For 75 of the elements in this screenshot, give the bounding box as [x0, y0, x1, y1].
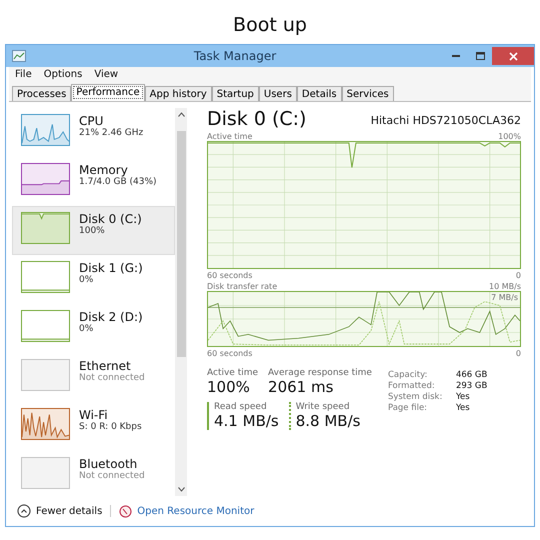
property-label: Capacity:: [388, 370, 428, 380]
device-name: Disk 2 (D:): [79, 310, 143, 324]
chart-max-label: 100%: [498, 132, 521, 141]
gauge-icon: [119, 504, 132, 518]
fewer-details-button[interactable]: Fewer details: [17, 504, 102, 518]
menu-item[interactable]: File: [15, 69, 32, 80]
collapse-icon: [17, 504, 31, 518]
sidebar-item[interactable]: CPU 21% 2.46 GHz: [12, 108, 175, 157]
device-detail: 21% 2.46 GHz: [79, 128, 144, 138]
property-value: 293 GB: [456, 381, 488, 391]
caption: Boot up: [233, 14, 307, 36]
maximize-icon: [476, 52, 484, 60]
chart-label: Active time: [207, 132, 252, 141]
stat-value: 100%: [207, 378, 251, 396]
scrollbar[interactable]: [175, 108, 187, 496]
sidebar-item[interactable]: Disk 0 (C:) 100%: [12, 206, 175, 255]
device-name: Memory: [79, 163, 129, 177]
menu-item[interactable]: Options: [44, 69, 82, 80]
tab[interactable]: Performance: [71, 84, 145, 101]
tab[interactable]: Startup: [212, 86, 259, 101]
device-detail: Not connected: [79, 471, 145, 481]
sidebar-item[interactable]: Disk 1 (G:) 0%: [12, 255, 175, 304]
disk-model: Hitachi HDS721050CLA362: [370, 114, 521, 127]
speed-label: Read speed: [214, 402, 268, 412]
property-label: System disk:: [388, 392, 444, 402]
chart-label: Disk transfer rate: [207, 282, 278, 291]
device-detail: 100%: [79, 226, 106, 236]
device-detail: 0%: [79, 275, 94, 285]
scroll-up-icon: [178, 112, 184, 117]
open-resource-monitor-link[interactable]: Open Resource Monitor: [119, 504, 254, 518]
device-name: Wi-Fi: [79, 408, 109, 422]
chart-max-label: 10 MB/s: [489, 282, 521, 291]
chart-min-label: 0: [516, 349, 521, 358]
tab[interactable]: Services: [342, 86, 394, 101]
tab[interactable]: Details: [296, 86, 342, 101]
sidebar-item[interactable]: Wi-Fi S: 0 R: 0 Kbps: [12, 402, 175, 451]
device-detail: S: 0 R: 0 Kbps: [79, 422, 142, 432]
device-detail: Not connected: [79, 373, 145, 383]
window-title: Task Manager: [192, 49, 278, 63]
speed-label: Write speed: [296, 402, 351, 412]
scroll-down-icon: [178, 487, 184, 492]
speed-value: 8.8 MB/s: [296, 412, 360, 430]
device-name: Disk 1 (G:): [79, 261, 143, 275]
property-value: Yes: [456, 392, 471, 402]
minimize-icon: [452, 55, 460, 57]
chart-time-label: 60 seconds: [207, 271, 252, 280]
tab[interactable]: Processes: [12, 86, 72, 101]
property-value: Yes: [456, 403, 471, 413]
sidebar-item[interactable]: Memory 1.7/4.0 GB (43%): [12, 157, 175, 206]
property-label: Formatted:: [388, 381, 436, 391]
sidebar-item[interactable]: Bluetooth Not connected: [12, 451, 175, 496]
sidebar-item[interactable]: Disk 2 (D:) 0%: [12, 304, 175, 353]
stat-label: Active time: [207, 368, 258, 378]
device-detail: 0%: [79, 324, 94, 334]
tab[interactable]: Users: [258, 86, 297, 101]
property-label: Page file:: [388, 403, 428, 413]
device-name: CPU: [79, 114, 104, 128]
device-name: Disk 0 (C:): [79, 212, 142, 226]
stat-value: 2061 ms: [268, 378, 334, 396]
app-icon: [12, 50, 26, 62]
chart-time-label: 60 seconds: [207, 349, 252, 358]
device-name: Ethernet: [79, 359, 132, 373]
property-value: 466 GB: [456, 370, 488, 380]
speed-value: 4.1 MB/s: [214, 412, 279, 430]
stat-label: Average response time: [268, 368, 372, 378]
sidebar-item[interactable]: Ethernet Not connected: [12, 353, 175, 402]
device-detail: 1.7/4.0 GB (43%): [79, 177, 157, 187]
chart-min-label: 0: [516, 271, 521, 280]
chart-marker-label: 7 MB/s: [491, 293, 518, 302]
device-name: Bluetooth: [79, 457, 138, 471]
close-icon: [508, 52, 518, 60]
menu-item[interactable]: View: [94, 69, 118, 80]
close-button[interactable]: [492, 47, 534, 65]
tab[interactable]: App history: [144, 86, 212, 101]
disk-title: Disk 0 (C:): [207, 108, 306, 130]
